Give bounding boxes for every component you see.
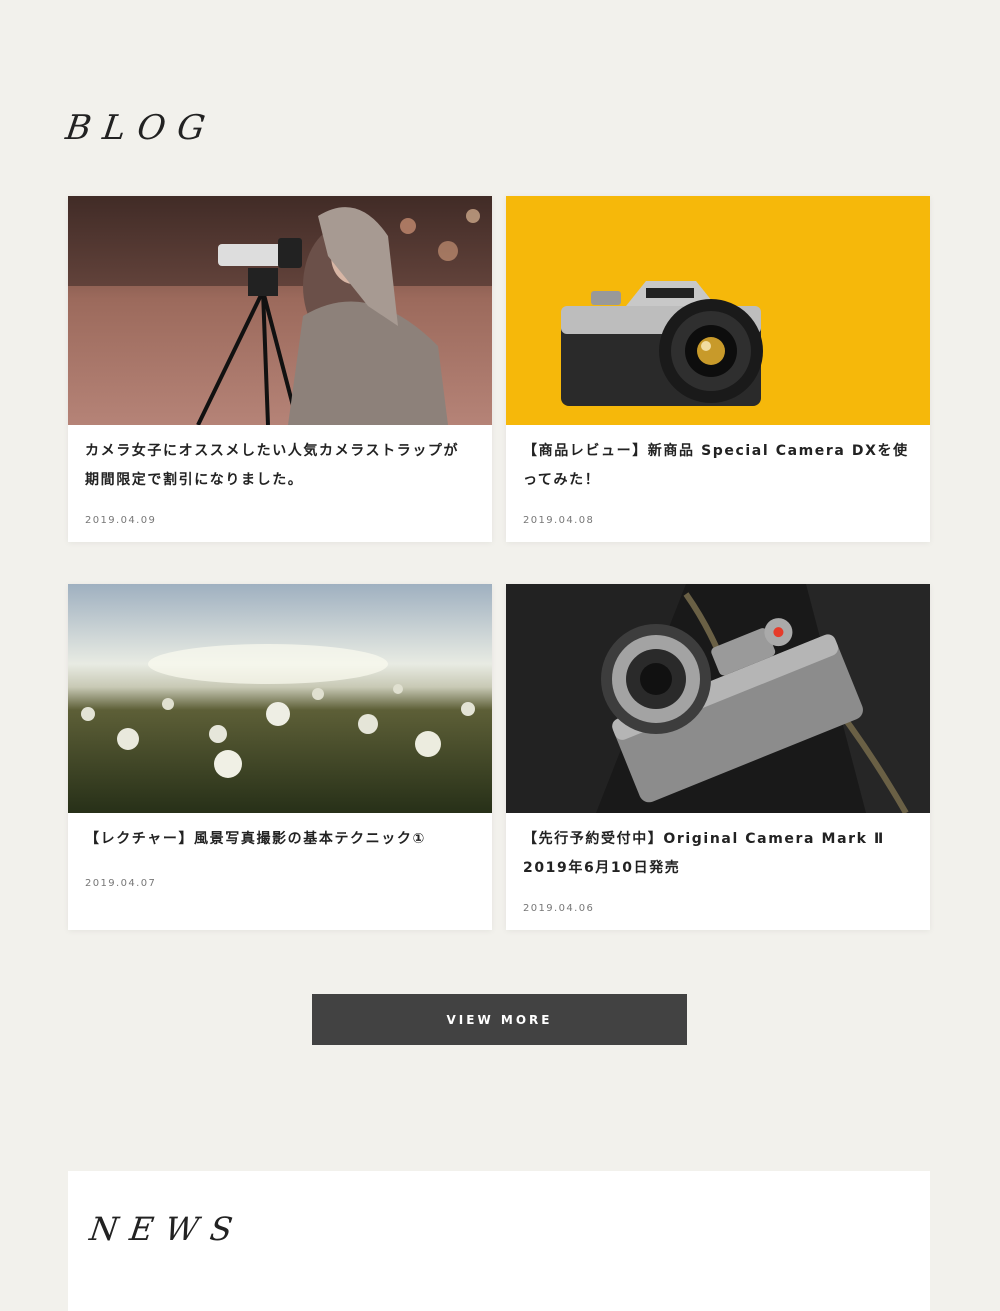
post-title[interactable]: カメラ女子にオススメしたい人気カメラストラップが期間限定で割引になりました。 bbox=[85, 437, 474, 495]
post-title[interactable]: 【レクチャー】風景写真撮影の基本テクニック① bbox=[85, 825, 474, 854]
blog-card[interactable]: 【レクチャー】風景写真撮影の基本テクニック① 2019.04.07 bbox=[68, 584, 492, 930]
post-thumbnail-minolta-camera[interactable] bbox=[506, 196, 930, 425]
post-thumbnail-dandelion-field[interactable] bbox=[68, 584, 492, 813]
news-heading: NEWS bbox=[87, 1210, 247, 1248]
blog-card[interactable]: 【先行予約受付中】Original Camera Mark Ⅱ 2019年6月1… bbox=[506, 584, 930, 930]
blog-card[interactable]: 【商品レビュー】新商品 Special Camera DXを使ってみた！ 201… bbox=[506, 196, 930, 542]
post-title[interactable]: 【商品レビュー】新商品 Special Camera DXを使ってみた！ bbox=[523, 437, 912, 495]
post-date: 2019.04.06 bbox=[523, 903, 595, 914]
view-more-button[interactable]: VIEW MORE bbox=[312, 994, 687, 1045]
blog-card[interactable]: カメラ女子にオススメしたい人気カメラストラップが期間限定で割引になりました。 2… bbox=[68, 196, 492, 542]
post-date: 2019.04.08 bbox=[523, 515, 595, 526]
blog-heading: BLOG bbox=[63, 108, 220, 148]
post-date: 2019.04.07 bbox=[85, 878, 157, 889]
post-date: 2019.04.09 bbox=[85, 515, 157, 526]
post-thumbnail-camera-girl[interactable] bbox=[68, 196, 492, 425]
post-thumbnail-fujifilm-camera[interactable] bbox=[506, 584, 930, 813]
post-title[interactable]: 【先行予約受付中】Original Camera Mark Ⅱ 2019年6月1… bbox=[523, 825, 912, 883]
